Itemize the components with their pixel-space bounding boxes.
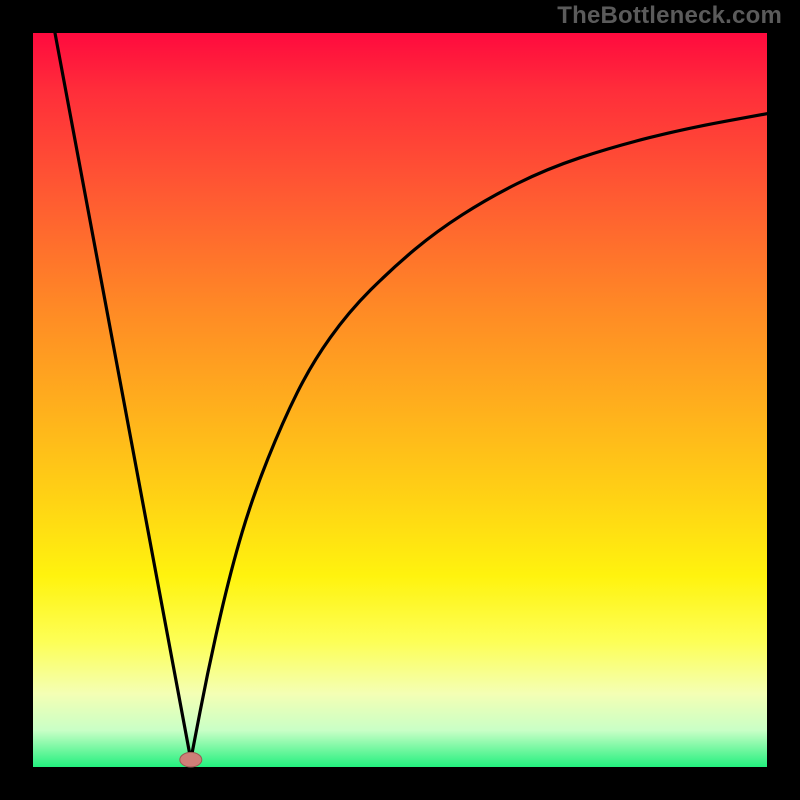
chart-frame: TheBottleneck.com [0, 0, 800, 800]
curve-svg [33, 33, 767, 767]
min-point-marker [180, 752, 202, 767]
plot-area [33, 33, 767, 767]
watermark-text: TheBottleneck.com [557, 2, 782, 30]
bottleneck-curve [55, 33, 767, 760]
